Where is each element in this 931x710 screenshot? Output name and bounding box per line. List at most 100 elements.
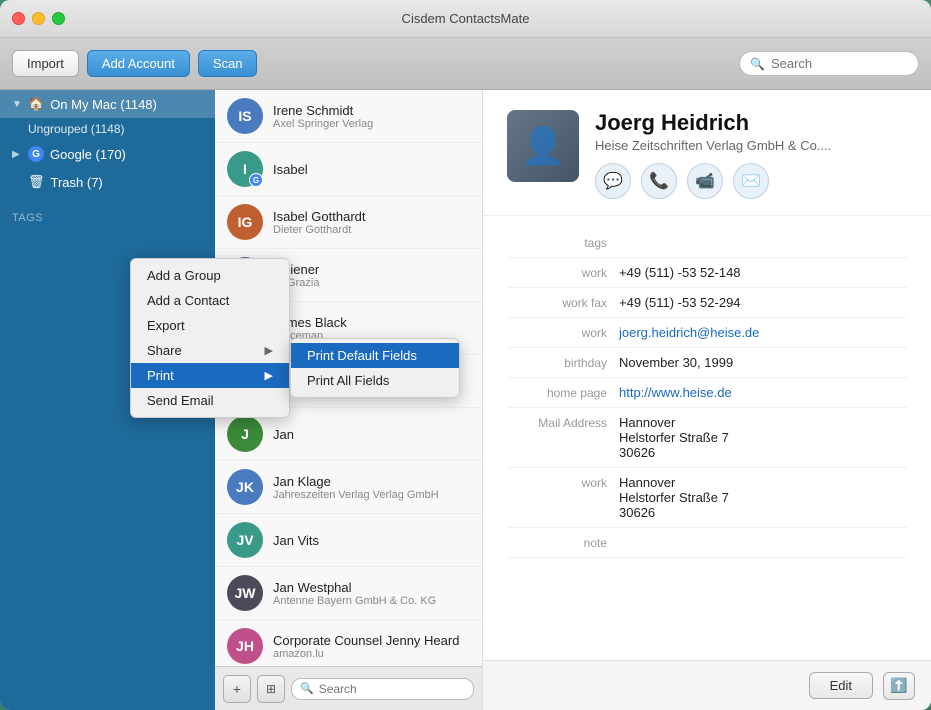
add-account-button[interactable]: Add Account <box>87 50 190 77</box>
search-icon: 🔍 <box>750 57 765 71</box>
print-submenu: Print Default Fields Print All Fields <box>290 338 460 398</box>
field-row: Mail Address HannoverHelstorfer Straße 7… <box>507 408 907 468</box>
field-value: HannoverHelstorfer Straße 730626 <box>619 475 907 520</box>
field-label: Mail Address <box>507 415 607 430</box>
contact-avatar: JH <box>227 628 263 664</box>
scan-button[interactable]: Scan <box>198 50 258 77</box>
search-bar: 🔍 <box>739 51 919 76</box>
field-value: +49 (511) -53 52-148 <box>619 265 907 280</box>
contact-info: Jan Klage Jahreszeiten Verlag Verlag Gmb… <box>273 474 470 501</box>
footer-search-icon: 🔍 <box>300 682 314 695</box>
field-value: November 30, 1999 <box>619 355 907 370</box>
main-area: ▼ 🏠 On My Mac (1148) Ungrouped (1148) ▶ … <box>0 90 931 710</box>
contact-subtitle: amazon.lu <box>273 648 470 660</box>
contact-list-item[interactable]: IS Irene Schmidt Axel Springer Verlag <box>215 90 482 143</box>
search-input[interactable] <box>771 56 908 71</box>
contact-avatar: J <box>227 416 263 452</box>
footer-search-input[interactable] <box>319 682 465 696</box>
field-value[interactable]: http://www.heise.de <box>619 385 907 400</box>
traffic-lights <box>12 12 65 25</box>
contact-subtitle: Dieter Gotthardt <box>273 224 470 236</box>
field-row: note <box>507 528 907 558</box>
submenu-arrow-share: ▶ <box>265 344 273 357</box>
sidebar-google-label: Google (170) <box>50 147 126 162</box>
email-action-button[interactable]: ✉️ <box>733 163 769 199</box>
trash-icon: 🗑 <box>28 174 45 190</box>
contact-list-item[interactable]: I G Isabel <box>215 143 482 196</box>
contact-avatar: JV <box>227 522 263 558</box>
contact-info: Isabel <box>273 162 470 177</box>
contact-avatar-wrap: JW <box>227 575 263 611</box>
contact-list-item[interactable]: JH Corporate Counsel Jenny Heard amazon.… <box>215 620 482 666</box>
sidebar-item-on-my-mac[interactable]: ▼ 🏠 On My Mac (1148) <box>0 90 215 118</box>
contact-photo-person-icon: 👤 <box>521 125 566 167</box>
message-action-button[interactable]: 💬 <box>595 163 631 199</box>
add-contact-button[interactable]: + <box>223 675 251 703</box>
maximize-button[interactable] <box>52 12 65 25</box>
detail-footer: Edit ⬆️ <box>483 660 931 710</box>
field-row: work HannoverHelstorfer Straße 730626 <box>507 468 907 528</box>
contact-avatar: IG <box>227 204 263 240</box>
sidebar-item-trash[interactable]: 🗑 Trash (7) <box>0 168 215 196</box>
expand-icon-google: ▶ <box>12 149 22 160</box>
menu-item-print[interactable]: Print ▶ <box>131 363 289 388</box>
contact-info: Jan <box>273 427 470 442</box>
sidebar-item-google[interactable]: ▶ G Google (170) <box>0 140 215 168</box>
avatar-initials: JV <box>236 532 253 548</box>
menu-item-add-group[interactable]: Add a Group <box>131 263 289 288</box>
contact-info: Jan Westphal Antenne Bayern GmbH & Co. K… <box>273 580 470 607</box>
menu-item-send-email[interactable]: Send Email <box>131 388 289 413</box>
contact-info: Corporate Counsel Jenny Heard amazon.lu <box>273 633 470 660</box>
detail-fields: tags work +49 (511) -53 52-148 work fax … <box>483 216 931 660</box>
edit-button[interactable]: Edit <box>809 672 873 699</box>
print-all-fields[interactable]: Print All Fields <box>291 368 459 393</box>
contact-list-item[interactable]: JV Jan Vits <box>215 514 482 567</box>
menu-item-add-contact[interactable]: Add a Contact <box>131 288 289 313</box>
field-value: HannoverHelstorfer Straße 730626 <box>619 415 907 460</box>
house-icon: 🏠 <box>28 96 44 112</box>
close-button[interactable] <box>12 12 25 25</box>
window-title: Cisdem ContactsMate <box>402 11 530 26</box>
field-label: birthday <box>507 355 607 370</box>
minimize-button[interactable] <box>32 12 45 25</box>
contact-avatar-wrap: IG <box>227 204 263 240</box>
field-label: tags <box>507 235 607 250</box>
avatar-initials: I <box>243 161 247 177</box>
avatar-initials: J <box>241 426 249 442</box>
contact-list-item[interactable]: JW Jan Westphal Antenne Bayern GmbH & Co… <box>215 567 482 620</box>
call-action-button[interactable]: 📞 <box>641 163 677 199</box>
adjust-columns-button[interactable]: ⊞ <box>257 675 285 703</box>
contact-list-item[interactable]: IG Isabel Gotthardt Dieter Gotthardt <box>215 196 482 249</box>
contact-avatar: JW <box>227 575 263 611</box>
menu-item-export[interactable]: Export <box>131 313 289 338</box>
contact-info: Jan Vits <box>273 533 470 548</box>
footer-search-bar: 🔍 <box>291 678 474 700</box>
print-default-fields[interactable]: Print Default Fields <box>291 343 459 368</box>
share-button[interactable]: ⬆️ <box>883 672 915 700</box>
contact-avatar-wrap: J <box>227 416 263 452</box>
contact-name: Jan Klage <box>273 474 470 489</box>
contact-info: Isabel Gotthardt Dieter Gotthardt <box>273 209 470 236</box>
sidebar-item-ungrouped[interactable]: Ungrouped (1148) <box>0 118 215 140</box>
import-button[interactable]: Import <box>12 50 79 77</box>
contact-info: Italiener lei Grazia <box>273 262 470 289</box>
submenu-arrow-print: ▶ <box>265 369 273 382</box>
contact-actions: 💬 📞 📹 ✉️ <box>595 163 907 199</box>
contact-subtitle: Jahreszeiten Verlag Verlag GmbH <box>273 489 470 501</box>
contact-header-info: Joerg Heidrich Heise Zeitschriften Verla… <box>595 110 907 199</box>
contact-list-item[interactable]: JK Jan Klage Jahreszeiten Verlag Verlag … <box>215 461 482 514</box>
avatar-initials: JH <box>236 638 254 654</box>
sidebar: ▼ 🏠 On My Mac (1148) Ungrouped (1148) ▶ … <box>0 90 215 710</box>
menu-item-share[interactable]: Share ▶ <box>131 338 289 363</box>
contact-photo-inner: 👤 <box>507 110 579 182</box>
contact-avatar-wrap: JV <box>227 522 263 558</box>
sidebar-ungrouped-label: Ungrouped (1148) <box>28 122 125 136</box>
contact-name: Jan <box>273 427 470 442</box>
field-label: work fax <box>507 295 607 310</box>
sidebar-on-my-mac-label: On My Mac (1148) <box>50 97 157 112</box>
contact-avatar-wrap: IS <box>227 98 263 134</box>
field-value[interactable]: joerg.heidrich@heise.de <box>619 325 907 340</box>
contact-list-footer: + ⊞ 🔍 <box>215 666 482 710</box>
facetime-action-button[interactable]: 📹 <box>687 163 723 199</box>
contact-avatar: IS <box>227 98 263 134</box>
